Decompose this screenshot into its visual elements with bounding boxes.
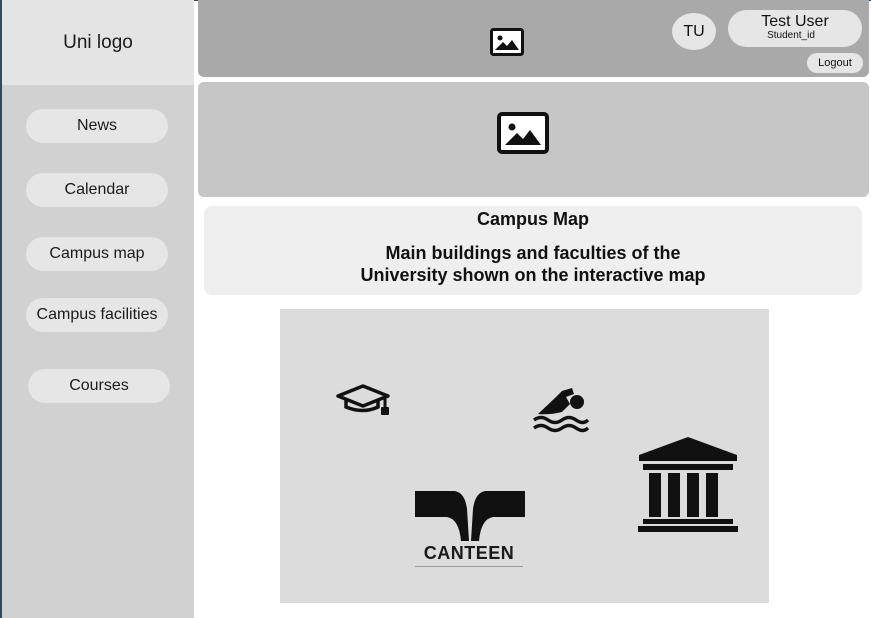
description-line-1: Main buildings and faculties of the xyxy=(385,243,681,263)
page-title: Campus Map xyxy=(476,209,590,229)
nav-courses-button[interactable]: Courses xyxy=(28,369,170,403)
nav-campus-map-button[interactable]: Campus map xyxy=(26,237,168,271)
nav-campus-facilities-button[interactable]: Campus facilities xyxy=(26,298,168,332)
canteen-logo-mark xyxy=(415,491,525,541)
nav-calendar-button[interactable]: Calendar xyxy=(26,173,168,207)
sidebar: Uni logo News Calendar Campus map Campus… xyxy=(2,0,194,618)
nav-news-button[interactable]: News xyxy=(26,109,168,143)
avatar[interactable]: TU xyxy=(672,13,716,50)
image-placeholder-icon xyxy=(490,28,524,56)
header: TU Test User Student_id Logout xyxy=(198,0,869,77)
swimmer-icon[interactable] xyxy=(532,382,590,434)
description-line-2: University shown on the interactive map xyxy=(360,265,706,285)
page-description: Main buildings and faculties of the Univ… xyxy=(204,242,862,286)
user-profile-pill[interactable]: Test User Student_id xyxy=(728,10,862,47)
logout-button[interactable]: Logout xyxy=(807,53,863,73)
campus-map[interactable]: CANTEEN xyxy=(280,309,769,603)
canteen-label: CANTEEN xyxy=(423,543,515,563)
graduation-cap-icon[interactable] xyxy=(334,383,392,417)
university-building-icon[interactable] xyxy=(637,435,739,533)
image-placeholder-icon xyxy=(497,112,549,154)
canteen-underline xyxy=(415,566,523,567)
canteen-marker[interactable]: CANTEEN xyxy=(413,491,525,573)
user-id: Student_id xyxy=(767,30,815,41)
uni-logo[interactable]: Uni logo xyxy=(2,0,194,85)
user-name: Test User xyxy=(761,13,829,30)
banner xyxy=(198,82,869,197)
campus-map-info-panel: Campus Map Main buildings and faculties … xyxy=(204,206,862,295)
